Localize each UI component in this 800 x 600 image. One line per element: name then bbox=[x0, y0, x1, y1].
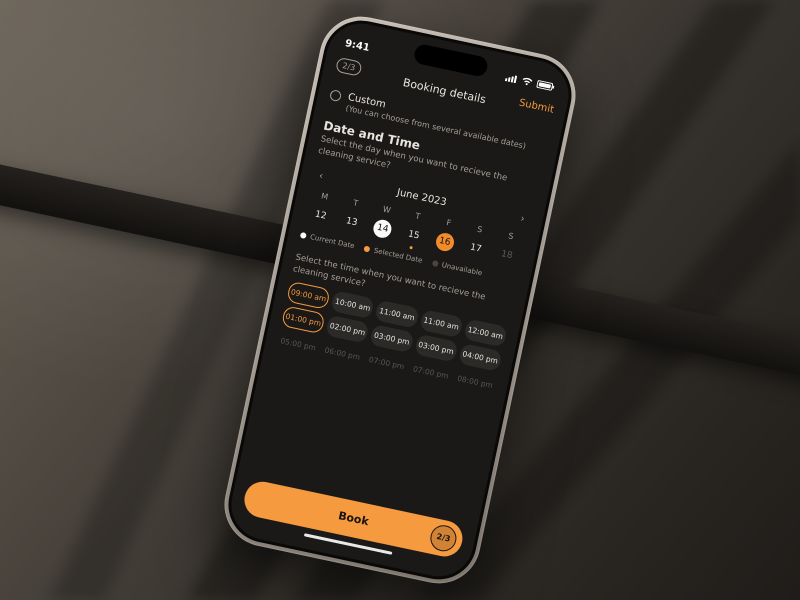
time-slot[interactable]: 02:00 pm bbox=[325, 314, 370, 343]
time-slot[interactable]: 12:00 am bbox=[463, 318, 508, 347]
time-slot: 07:00 pm bbox=[364, 348, 409, 377]
wifi-icon bbox=[520, 77, 533, 87]
calendar-day[interactable]: 17 bbox=[458, 234, 494, 262]
time-slot[interactable]: 03:00 pm bbox=[370, 324, 415, 353]
book-button-label: Book bbox=[337, 509, 370, 528]
legend-selected: Selected Date bbox=[373, 246, 423, 264]
signal-icon bbox=[505, 73, 518, 83]
calendar-day[interactable]: 13 bbox=[334, 208, 370, 236]
status-time: 9:41 bbox=[344, 38, 371, 54]
next-month-button[interactable]: › bbox=[515, 209, 531, 230]
radio-icon[interactable] bbox=[329, 89, 342, 102]
header-step-pill: 2/3 bbox=[335, 57, 362, 77]
time-slot: 05:00 pm bbox=[276, 329, 321, 358]
prev-month-button[interactable]: ‹ bbox=[313, 166, 329, 187]
calendar-day[interactable]: 18 bbox=[489, 241, 525, 269]
calendar-day[interactable]: 12 bbox=[303, 201, 339, 229]
time-slot[interactable]: 11:00 am bbox=[375, 299, 420, 328]
calendar-month-label: June 2023 bbox=[396, 187, 448, 208]
battery-icon bbox=[536, 80, 555, 92]
book-step-badge: 2/3 bbox=[428, 522, 459, 553]
calendar-day[interactable]: 14 bbox=[365, 215, 401, 243]
time-slot[interactable]: 01:00 pm bbox=[281, 305, 326, 334]
calendar-day[interactable]: 15 bbox=[396, 221, 432, 249]
legend-current: Current Date bbox=[309, 233, 355, 250]
time-slot[interactable]: 11:00 am bbox=[419, 309, 464, 338]
calendar-day[interactable]: 16 bbox=[427, 228, 463, 256]
time-slot[interactable]: 10:00 am bbox=[331, 290, 376, 319]
time-slot[interactable]: 03:00 pm bbox=[414, 333, 459, 362]
submit-link[interactable]: Submit bbox=[518, 98, 555, 116]
time-slot: 06:00 pm bbox=[320, 339, 365, 368]
time-slot: 08:00 pm bbox=[453, 367, 498, 396]
time-slot[interactable]: 09:00 am bbox=[286, 280, 331, 309]
time-slot[interactable]: 04:00 pm bbox=[458, 342, 503, 371]
legend-unavailable: Unavailable bbox=[441, 261, 483, 277]
time-slot: 07:00 pm bbox=[409, 358, 454, 387]
